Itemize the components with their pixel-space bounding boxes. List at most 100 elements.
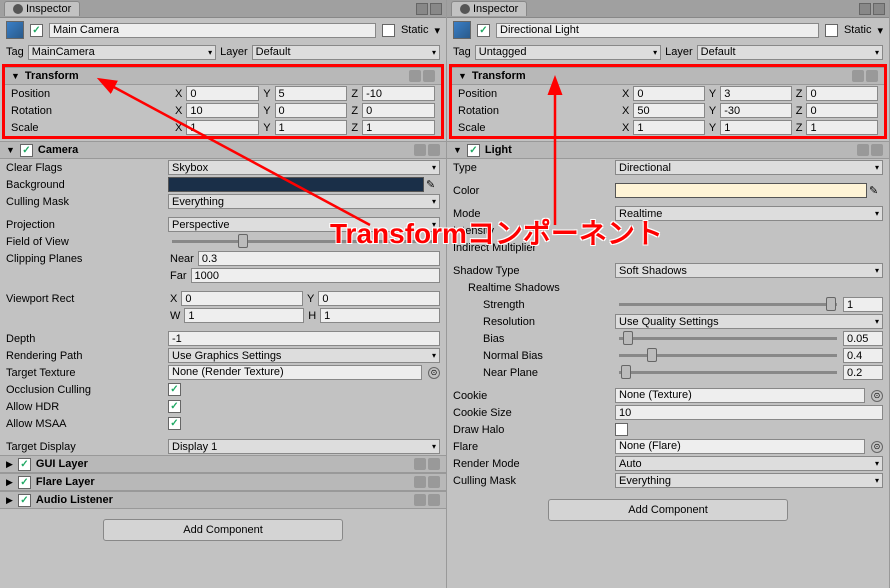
menu-icon[interactable] — [430, 3, 442, 15]
rot-x-input[interactable] — [186, 103, 259, 118]
vp-y-input[interactable] — [318, 291, 440, 306]
gear-icon[interactable] — [428, 494, 440, 506]
strength-slider[interactable] — [619, 303, 837, 306]
add-component-button[interactable]: Add Component — [103, 519, 343, 541]
gear-icon[interactable] — [423, 70, 435, 82]
projection-dropdown[interactable]: Perspective — [168, 217, 440, 232]
rot-z-input[interactable] — [362, 103, 435, 118]
layer-dropdown[interactable]: Default — [697, 45, 883, 60]
rot-y-input[interactable] — [720, 103, 792, 118]
static-checkbox[interactable] — [382, 24, 395, 37]
pos-z-input[interactable] — [806, 86, 878, 101]
light-enable-checkbox[interactable] — [467, 144, 480, 157]
near-plane-input[interactable] — [843, 365, 883, 380]
background-color-field[interactable] — [168, 177, 424, 192]
scale-x-input[interactable] — [633, 120, 705, 135]
component-enable-checkbox[interactable] — [18, 476, 31, 489]
culling-mask-dropdown[interactable]: Everything — [168, 194, 440, 209]
pos-y-input[interactable] — [720, 86, 792, 101]
eyedropper-icon[interactable]: ✎ — [869, 184, 883, 198]
near-input[interactable] — [198, 251, 440, 266]
rot-y-input[interactable] — [275, 103, 348, 118]
help-icon[interactable] — [414, 144, 426, 156]
foldout-icon[interactable]: ▶ — [6, 495, 13, 506]
inspector-tab[interactable]: Inspector — [451, 1, 527, 16]
mode-dropdown[interactable]: Realtime — [615, 206, 883, 221]
vp-w-input[interactable] — [184, 308, 304, 323]
strength-input[interactable] — [843, 297, 883, 312]
camera-enable-checkbox[interactable] — [20, 144, 33, 157]
gameobject-icon[interactable] — [453, 21, 471, 39]
gear-icon[interactable] — [428, 144, 440, 156]
inspector-tab[interactable]: Inspector — [4, 1, 80, 16]
gameobject-name-input[interactable] — [496, 23, 819, 38]
shadow-type-dropdown[interactable]: Soft Shadows — [615, 263, 883, 278]
cookie-field[interactable]: None (Texture) — [615, 388, 865, 403]
msaa-checkbox[interactable] — [168, 417, 181, 430]
transform-header[interactable]: ▼ Transform — [452, 67, 884, 85]
menu-icon[interactable] — [873, 3, 885, 15]
pos-z-input[interactable] — [362, 86, 435, 101]
light-type-dropdown[interactable]: Directional — [615, 160, 883, 175]
audio-listener-header[interactable]: ▶Audio Listener — [0, 491, 446, 509]
resolution-dropdown[interactable]: Use Quality Settings — [615, 314, 883, 329]
tag-dropdown[interactable]: MainCamera — [28, 45, 216, 60]
rendering-path-dropdown[interactable]: Use Graphics Settings — [168, 348, 440, 363]
foldout-icon[interactable]: ▼ — [458, 71, 467, 81]
static-dropdown-arrow[interactable]: ▾ — [434, 24, 440, 37]
foldout-icon[interactable]: ▼ — [6, 145, 15, 155]
fov-slider[interactable] — [172, 240, 434, 243]
help-icon[interactable] — [409, 70, 421, 82]
foldout-icon[interactable]: ▼ — [453, 145, 462, 155]
far-input[interactable] — [191, 268, 441, 283]
normal-bias-slider[interactable] — [619, 354, 837, 357]
component-enable-checkbox[interactable] — [18, 458, 31, 471]
gameobject-icon[interactable] — [6, 21, 24, 39]
scale-x-input[interactable] — [186, 120, 259, 135]
eyedropper-icon[interactable]: ✎ — [426, 178, 440, 192]
vp-h-input[interactable] — [320, 308, 440, 323]
gui-layer-header[interactable]: ▶GUI Layer — [0, 455, 446, 473]
bias-input[interactable] — [843, 331, 883, 346]
scale-z-input[interactable] — [362, 120, 435, 135]
target-texture-field[interactable]: None (Render Texture) — [168, 365, 422, 380]
gear-icon[interactable] — [428, 458, 440, 470]
cookie-size-input[interactable] — [615, 405, 883, 420]
hdr-checkbox[interactable] — [168, 400, 181, 413]
lock-icon[interactable] — [859, 3, 871, 15]
tag-dropdown[interactable]: Untagged — [475, 45, 661, 60]
scale-y-input[interactable] — [720, 120, 792, 135]
lock-icon[interactable] — [416, 3, 428, 15]
flare-layer-header[interactable]: ▶Flare Layer — [0, 473, 446, 491]
normal-bias-input[interactable] — [843, 348, 883, 363]
rot-x-input[interactable] — [633, 103, 705, 118]
pos-x-input[interactable] — [633, 86, 705, 101]
help-icon[interactable] — [414, 476, 426, 488]
foldout-icon[interactable]: ▶ — [6, 459, 13, 470]
gameobject-name-input[interactable] — [49, 23, 376, 38]
bias-slider[interactable] — [619, 337, 837, 340]
object-picker-icon[interactable]: ⊙ — [871, 390, 883, 402]
gear-icon[interactable] — [866, 70, 878, 82]
pos-x-input[interactable] — [186, 86, 259, 101]
render-mode-dropdown[interactable]: Auto — [615, 456, 883, 471]
near-plane-slider[interactable] — [619, 371, 837, 374]
foldout-icon[interactable]: ▶ — [6, 477, 13, 488]
transform-header[interactable]: ▼ Transform — [5, 67, 441, 85]
object-picker-icon[interactable]: ⊙ — [871, 441, 883, 453]
draw-halo-checkbox[interactable] — [615, 423, 628, 436]
help-icon[interactable] — [857, 144, 869, 156]
active-checkbox[interactable] — [477, 24, 490, 37]
gear-icon[interactable] — [428, 476, 440, 488]
object-picker-icon[interactable]: ⊙ — [428, 367, 440, 379]
target-display-dropdown[interactable]: Display 1 — [168, 439, 440, 454]
help-icon[interactable] — [414, 458, 426, 470]
static-dropdown-arrow[interactable]: ▾ — [877, 24, 883, 37]
scale-y-input[interactable] — [275, 120, 348, 135]
add-component-button[interactable]: Add Component — [548, 499, 788, 521]
component-enable-checkbox[interactable] — [18, 494, 31, 507]
help-icon[interactable] — [414, 494, 426, 506]
help-icon[interactable] — [852, 70, 864, 82]
flare-field[interactable]: None (Flare) — [615, 439, 865, 454]
scale-z-input[interactable] — [806, 120, 878, 135]
